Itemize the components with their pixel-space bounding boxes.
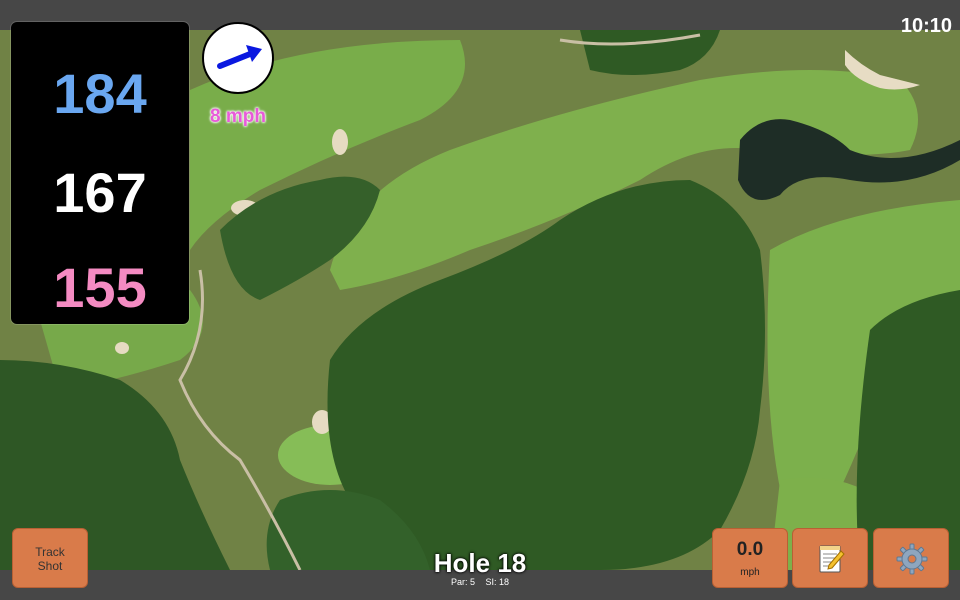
- middle-distance: 167: [53, 161, 147, 224]
- distance-panel: 184 167 155: [11, 22, 189, 324]
- wind-dial: [202, 22, 274, 94]
- front-distance: 155: [53, 256, 147, 319]
- settings-button[interactable]: [873, 528, 949, 588]
- speed-unit: mph: [740, 567, 760, 578]
- track-shot-label-line2: Shot: [37, 559, 63, 573]
- notes-button[interactable]: [792, 528, 868, 588]
- gear-icon: [896, 543, 928, 575]
- hole-title: Hole 18: [433, 548, 527, 578]
- hole-info: Par: 5 SI: 18: [380, 577, 580, 587]
- notepad-icon: [819, 545, 845, 573]
- track-shot-label-line1: Track: [35, 545, 65, 559]
- back-distance: 184: [53, 62, 147, 125]
- hole-si: SI: 18: [485, 577, 510, 587]
- speed-value: 0.0: [736, 539, 764, 560]
- hole-par: Par: 5: [450, 577, 475, 587]
- track-shot-button[interactable]: Track Shot: [12, 528, 88, 588]
- arrow-icon: [217, 45, 262, 69]
- speed-button[interactable]: 0.0 mph: [712, 528, 788, 588]
- clock: 10:10: [900, 15, 952, 37]
- wind-speed: 8 mph: [210, 106, 266, 127]
